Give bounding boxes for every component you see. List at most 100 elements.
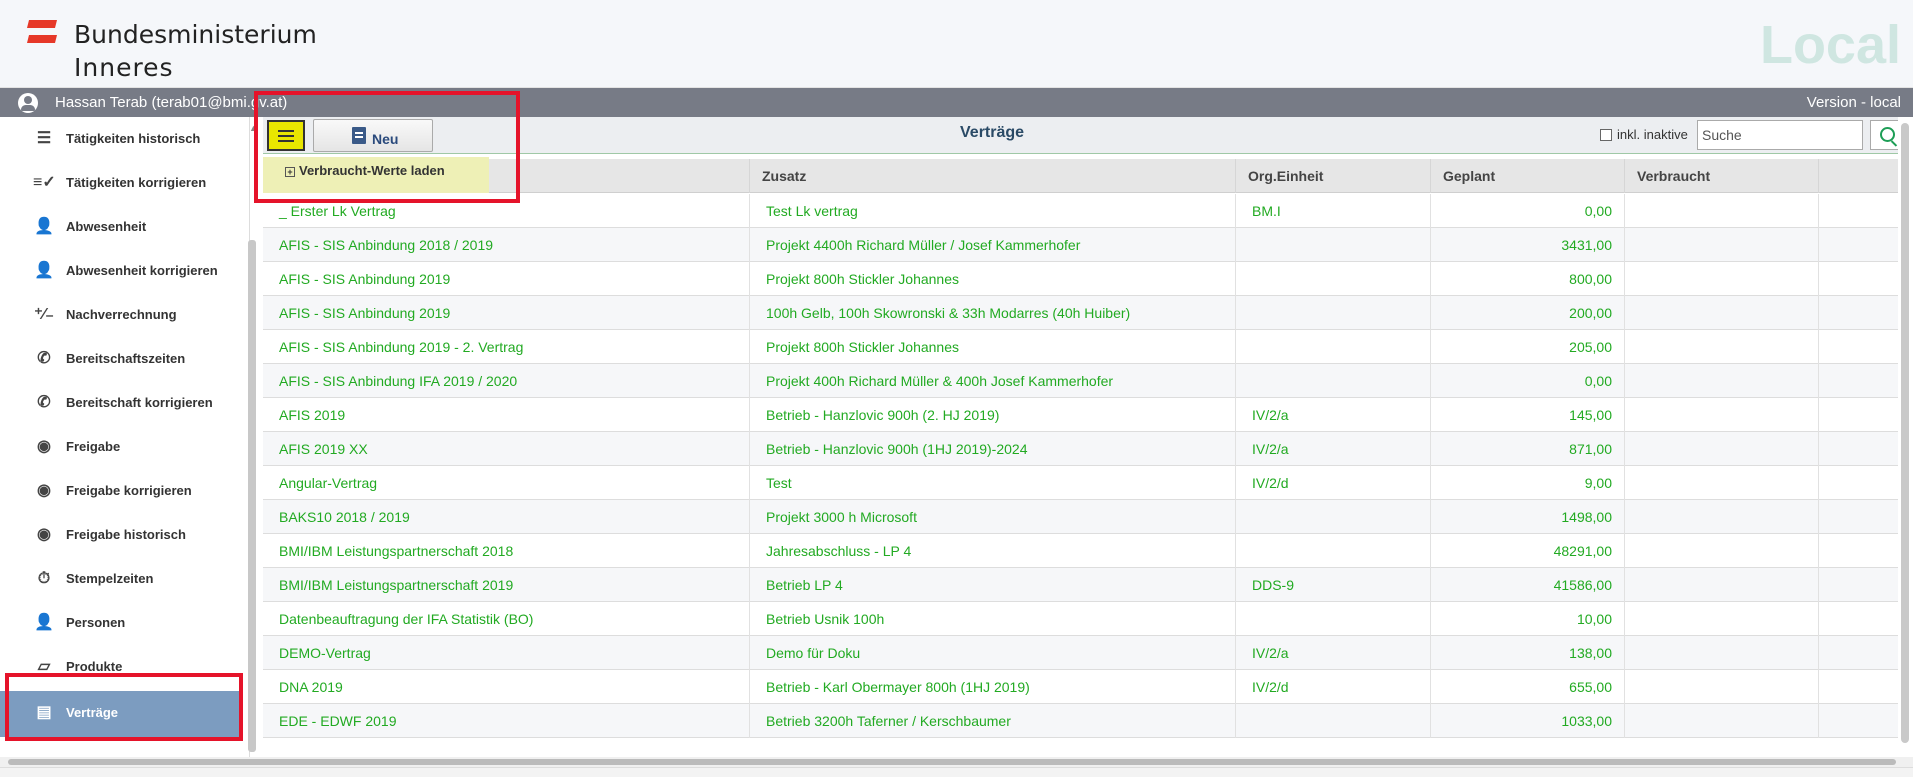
sidebar-item-label: Bereitschaft korrigieren <box>66 395 213 410</box>
zusatz-cell: Test <box>749 466 1235 500</box>
contract-name-cell: BMI/IBM Leistungspartnerschaft 2018 <box>279 543 514 559</box>
org-unit-cell: IV/2/a <box>1235 432 1430 466</box>
sidebar-item-label: Abwesenheit korrigieren <box>66 263 218 278</box>
sidebar-item-freigabe[interactable]: ◉ Freigabe <box>0 425 242 469</box>
org-unit-cell <box>1235 262 1430 296</box>
table-row[interactable]: AFIS - SIS Anbindung 2019 100h Gelb, 100… <box>263 296 1913 330</box>
sidebar-scrollbar[interactable] <box>248 240 256 752</box>
sidebar-item-stempelzeiten[interactable]: ⏱ Stempelzeiten <box>0 557 242 601</box>
sidebar-item-personen[interactable]: 👤 Personen <box>0 601 242 645</box>
phone-dialpad-icon: ✆ <box>37 394 51 411</box>
load-consumed-button[interactable]: + Verbraucht-Werte laden <box>285 163 445 187</box>
person-remove-icon: 👤 <box>34 218 54 235</box>
table-row[interactable]: _ Erster Lk Vertrag Test Lk vertrag BM.I… <box>263 194 1913 228</box>
consumed-cell <box>1624 194 1818 228</box>
table-row[interactable]: BMI/IBM Leistungspartnerschaft 2018 Jahr… <box>263 534 1913 568</box>
table-row[interactable]: DEMO-Vertrag Demo für Doku IV/2/a 138,00 <box>263 636 1913 670</box>
expand-icon: + <box>285 167 295 177</box>
sidebar-scroll-up-icon[interactable]: ▲ <box>249 123 258 133</box>
sidebar-item-abwesenheit-korrigieren[interactable]: 👤 Abwesenheit korrigieren <box>0 249 242 293</box>
plus-minus-icon: ⁺∕₋ <box>34 306 54 323</box>
column-header-geplant[interactable]: Geplant <box>1430 159 1624 193</box>
column-header-verbraucht[interactable]: Verbraucht <box>1624 159 1818 193</box>
consumed-cell <box>1624 500 1818 534</box>
zusatz-cell: 100h Gelb, 100h Skowronski & 33h Modarre… <box>749 296 1235 330</box>
table-row[interactable]: AFIS 2019 Betrieb - Hanzlovic 900h (2. H… <box>263 398 1913 432</box>
table-row[interactable]: BMI/IBM Leistungspartnerschaft 2019 Betr… <box>263 568 1913 602</box>
contract-name-cell: Datenbeauftragung der IFA Statistik (BO) <box>279 611 534 627</box>
person-remove-icon: 👤 <box>34 262 54 279</box>
consumed-cell <box>1624 398 1818 432</box>
include-inactive-toggle[interactable]: inkl. inaktive <box>1600 127 1688 142</box>
zusatz-cell: Projekt 800h Stickler Johannes <box>749 262 1235 296</box>
new-document-icon <box>352 127 366 144</box>
table-row[interactable]: AFIS - SIS Anbindung 2019 Projekt 800h S… <box>263 262 1913 296</box>
table-row[interactable]: AFIS - SIS Anbindung 2018 / 2019 Projekt… <box>263 228 1913 262</box>
sidebar-item-abwesenheit[interactable]: 👤 Abwesenheit <box>0 205 242 249</box>
contract-name-cell: _ Erster Lk Vertrag <box>279 203 396 219</box>
contract-name-cell: DNA 2019 <box>279 679 343 695</box>
person-edit-icon: 👤 <box>34 614 54 631</box>
table-body: _ Erster Lk Vertrag Test Lk vertrag BM.I… <box>263 194 1913 757</box>
horizontal-scrollbar[interactable] <box>0 757 1913 767</box>
consumed-cell <box>1624 602 1818 636</box>
sidebar-item-bereitschaftszeiten[interactable]: ✆ Bereitschaftszeiten <box>0 337 242 381</box>
sidebar-item-label: Bereitschaftszeiten <box>66 351 186 366</box>
org-unit-cell: BM.I <box>1235 194 1430 228</box>
planned-cell: 145,00 <box>1430 398 1624 432</box>
sidebar-item-label: Nachverrechnung <box>66 307 177 322</box>
zusatz-cell: Projekt 3000 h Microsoft <box>749 500 1235 534</box>
sidebar-item-produkte[interactable]: ▱ Produkte <box>0 645 242 689</box>
org-unit-cell <box>1235 228 1430 262</box>
app-window: { "header": { "brand_line1": "Bundesmini… <box>0 0 1913 777</box>
consumed-cell <box>1624 330 1818 364</box>
contract-name-cell: AFIS 2019 <box>279 407 346 423</box>
sidebar-item-bereitschaft-korrigieren[interactable]: ✆ Bereitschaft korrigieren <box>0 381 242 425</box>
sidebar-item-taetigkeiten-historisch[interactable]: ☰ Tätigkeiten historisch <box>0 117 242 161</box>
org-unit-cell: IV/2/d <box>1235 670 1430 704</box>
scrollbar-thumb[interactable] <box>1901 123 1909 743</box>
table-row[interactable]: Datenbeauftragung der IFA Statistik (BO)… <box>263 602 1913 636</box>
include-inactive-checkbox[interactable] <box>1600 129 1612 141</box>
table-row[interactable]: EDE - EDWF 2019 Betrieb 3200h Taferner /… <box>263 704 1913 738</box>
table-row[interactable]: BAKS10 2018 / 2019 Projekt 3000 h Micros… <box>263 500 1913 534</box>
org-unit-cell <box>1235 500 1430 534</box>
zusatz-cell: Projekt 400h Richard Müller & 400h Josef… <box>749 364 1235 398</box>
menu-button[interactable] <box>267 120 305 151</box>
eye-icon: ◉ <box>37 438 51 455</box>
checklist-edit-icon: ≡✓ <box>33 174 56 191</box>
sidebar-item-taetigkeiten-korrigieren[interactable]: ≡✓ Tätigkeiten korrigieren <box>0 161 242 205</box>
zusatz-cell: Jahresabschluss - LP 4 <box>749 534 1235 568</box>
status-strip <box>0 767 1913 777</box>
table-row[interactable]: DNA 2019 Betrieb - Karl Obermayer 800h (… <box>263 670 1913 704</box>
sidebar-item-freigabe-korrigieren[interactable]: ◉ Freigabe korrigieren <box>0 469 242 513</box>
column-header-org-einheit[interactable]: Org.Einheit <box>1235 159 1430 193</box>
consumed-cell <box>1624 704 1818 738</box>
zusatz-cell: Betrieb Usnik 100h <box>749 602 1235 636</box>
column-header-zusatz[interactable]: Zusatz <box>749 159 1235 193</box>
zusatz-cell: Projekt 800h Stickler Johannes <box>749 330 1235 364</box>
new-contract-button[interactable]: Neu <box>313 119 433 152</box>
zusatz-cell: Demo für Doku <box>749 636 1235 670</box>
search-input[interactable] <box>1697 120 1863 150</box>
sidebar-item-nachverrechnung[interactable]: ⁺∕₋ Nachverrechnung <box>0 293 242 337</box>
account-circle-icon[interactable] <box>18 93 38 113</box>
main-vertical-scrollbar[interactable] <box>1898 117 1913 757</box>
table-row[interactable]: AFIS - SIS Anbindung 2019 - 2. Vertrag P… <box>263 330 1913 364</box>
zusatz-cell: Projekt 4400h Richard Müller / Josef Kam… <box>749 228 1235 262</box>
sidebar-item-label: Produkte <box>66 659 123 674</box>
planned-cell: 9,00 <box>1430 466 1624 500</box>
table-row[interactable]: AFIS - SIS Anbindung IFA 2019 / 2020 Pro… <box>263 364 1913 398</box>
table-row[interactable]: Angular-Vertrag Test IV/2/d 9,00 <box>263 466 1913 500</box>
planned-cell: 48291,00 <box>1430 534 1624 568</box>
history-list-icon: ☰ <box>36 130 52 147</box>
sidebar-item-vertraege[interactable]: ▤ Verträge <box>0 691 242 737</box>
org-unit-cell <box>1235 534 1430 568</box>
zusatz-cell: Betrieb LP 4 <box>749 568 1235 602</box>
contract-name-cell: Angular-Vertrag <box>279 475 378 491</box>
table-row[interactable]: AFIS 2019 XX Betrieb - Hanzlovic 900h (1… <box>263 432 1913 466</box>
sidebar: ☰ Tätigkeiten historisch ≡✓ Tätigkeiten … <box>0 117 250 757</box>
new-button-label: Neu <box>372 131 399 147</box>
sidebar-item-freigabe-historisch[interactable]: ◉ Freigabe historisch <box>0 513 242 557</box>
scrollbar-thumb[interactable] <box>8 759 1896 765</box>
